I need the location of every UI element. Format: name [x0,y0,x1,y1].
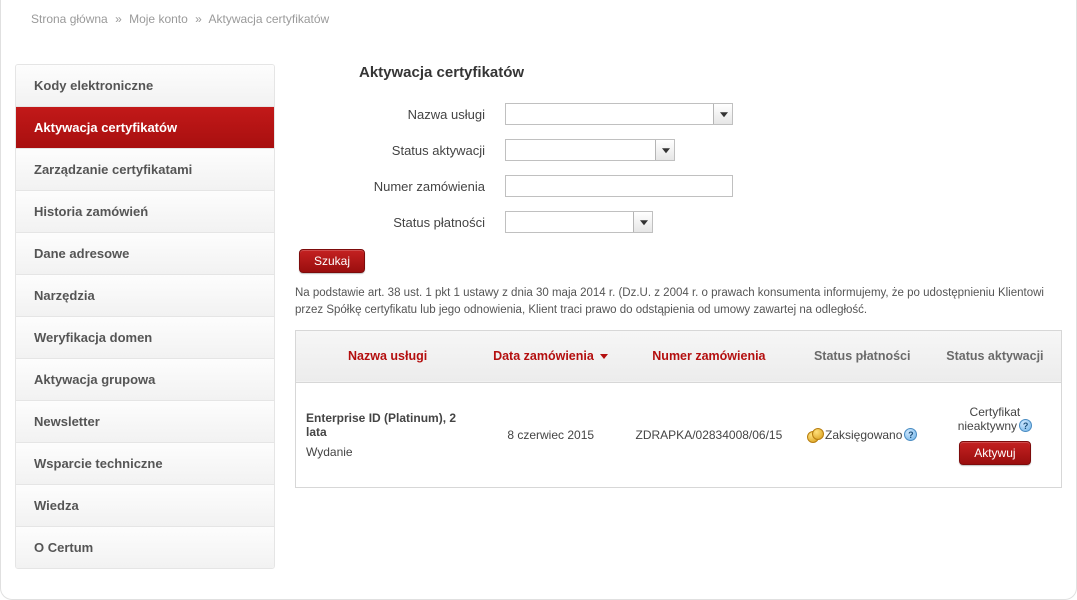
activate-button[interactable]: Aktywuj [959,441,1030,465]
legal-note: Na podstawie art. 38 ust. 1 pkt 1 ustawy… [295,285,1062,320]
sidebar-item-aktywacja-grupowa[interactable]: Aktywacja grupowa [16,359,274,401]
col-service-name[interactable]: Nazwa usługi [296,330,480,382]
sidebar-item-wsparcie-techniczne[interactable]: Wsparcie techniczne [16,443,274,485]
sidebar-item-dane-adresowe[interactable]: Dane adresowe [16,233,274,275]
sidebar-item-narzedzia[interactable]: Narzędzia [16,275,274,317]
col-order-date[interactable]: Data zamówienia [479,330,622,382]
help-icon[interactable] [1019,419,1032,432]
search-button[interactable]: Szukaj [299,249,365,273]
cell-service-sub: Wydanie [306,445,469,459]
breadcrumb: Strona główna » Moje konto » Aktywacja c… [1,0,1076,34]
col-order-date-label: Data zamówienia [493,349,594,363]
cell-order-number: ZDRAPKA/02834008/06/15 [622,382,796,487]
label-activation-status: Status aktywacji [295,143,505,158]
breadcrumb-sep: » [115,12,122,26]
sidebar-item-aktywacja-certyfikatow[interactable]: Aktywacja certyfikatów [16,107,274,149]
sidebar-item-kody-elektroniczne[interactable]: Kody elektroniczne [16,65,274,107]
cell-payment-status: Zaksięgowano [825,428,902,442]
col-activation-status[interactable]: Status aktywacji [929,330,1062,382]
label-order-number: Numer zamówienia [295,179,505,194]
sidebar-item-wiedza[interactable]: Wiedza [16,485,274,527]
breadcrumb-current: Aktywacja certyfikatów [209,12,330,26]
breadcrumb-account[interactable]: Moje konto [129,12,188,26]
sidebar: Kody elektroniczne Aktywacja certyfikató… [15,64,275,569]
cell-order-date: 8 czerwiec 2015 [479,382,622,487]
label-service-name: Nazwa usługi [295,107,505,122]
page-title: Aktywacja certyfikatów [359,64,1062,81]
cell-service-name: Enterprise ID (Platinum), 2 lata [306,411,469,439]
table-row: Enterprise ID (Platinum), 2 lata Wydanie… [296,382,1062,487]
select-service-name[interactable] [505,103,733,125]
select-payment-status[interactable] [505,211,653,233]
sidebar-item-o-certum[interactable]: O Certum [16,527,274,568]
filter-form: Nazwa usługi Status aktywacji Numer zamó… [295,103,1062,233]
breadcrumb-home[interactable]: Strona główna [31,12,108,26]
help-icon[interactable] [904,428,917,441]
coins-icon [807,428,823,442]
sidebar-item-weryfikacja-domen[interactable]: Weryfikacja domen [16,317,274,359]
sidebar-item-newsletter[interactable]: Newsletter [16,401,274,443]
sort-desc-icon [600,354,608,359]
orders-table: Nazwa usługi Data zamówienia Numer zamów… [295,330,1062,488]
sidebar-item-zarzadzanie-certyfikatami[interactable]: Zarządzanie certyfikatami [16,149,274,191]
breadcrumb-sep: » [195,12,202,26]
cell-activation-status: Certyfikat nieaktywny [958,405,1021,433]
col-order-number[interactable]: Numer zamówienia [622,330,796,382]
label-payment-status: Status płatności [295,215,505,230]
select-activation-status[interactable] [505,139,675,161]
sidebar-item-historia-zamowien[interactable]: Historia zamówień [16,191,274,233]
input-order-number[interactable] [505,175,733,197]
col-payment-status[interactable]: Status płatności [796,330,929,382]
